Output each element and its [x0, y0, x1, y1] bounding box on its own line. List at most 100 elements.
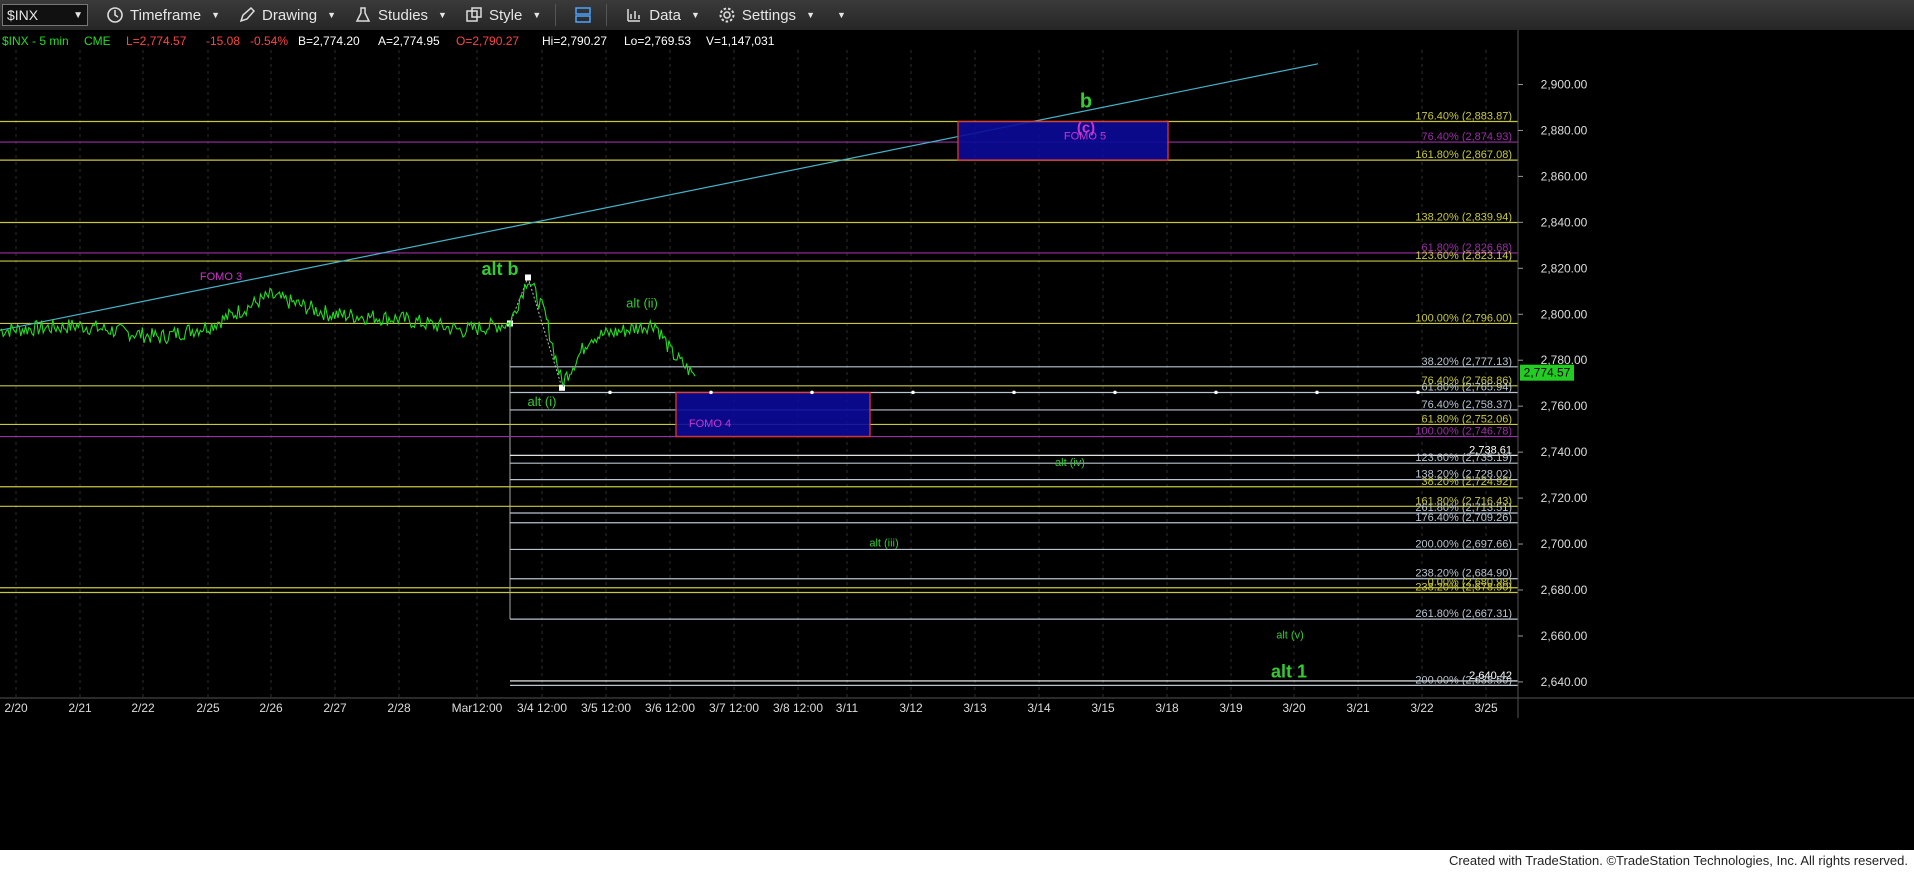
y-tick-label: 2,640.00: [1541, 675, 1588, 689]
layout-icon: [575, 7, 591, 23]
fomo-box: [675, 391, 871, 438]
price-chart[interactable]: $INX - 5 min CME L=2,774.57 -15.08 -0.54…: [0, 30, 1914, 850]
data-menu[interactable]: Data ▼: [625, 6, 700, 24]
y-tick-label: 2,820.00: [1541, 261, 1588, 275]
x-tick-label: 3/5 12:00: [581, 701, 631, 715]
projection-dot: [1416, 390, 1420, 395]
wave-annotation: alt (iv): [1055, 457, 1085, 469]
wave-annotation: alt (iii): [869, 537, 898, 549]
ask-price: A=2,774.95: [378, 34, 440, 48]
low-price: Lo=2,769.53: [624, 34, 691, 48]
fib-level-label: 123.60% (2,735.19): [1415, 452, 1512, 464]
x-tick-label: 3/15: [1091, 701, 1115, 715]
fib-level-label: 76.40% (2,758.37): [1421, 399, 1512, 411]
timeframe-label: Timeframe: [130, 6, 202, 24]
pencil-icon: [239, 6, 256, 23]
fib-level-label: 176.40% (2,709.26): [1415, 512, 1512, 524]
wave-annotation: alt b: [481, 259, 518, 279]
wave-annotation: FOMO 4: [689, 418, 731, 430]
fib-level-label: 76.40% (2,874.93): [1421, 131, 1512, 143]
pct-change: -0.54%: [250, 34, 288, 48]
x-tick-label: 3/21: [1346, 701, 1370, 715]
x-tick-label: 3/6 12:00: [645, 701, 695, 715]
more-menu[interactable]: ▼: [833, 10, 846, 20]
studies-label: Studies: [378, 6, 429, 24]
caret-down-icon: ▼: [532, 10, 542, 20]
fib-level-label: 123.60% (2,823.14): [1415, 250, 1512, 262]
gear-icon: [719, 7, 735, 23]
x-tick-label: 3/18: [1155, 701, 1179, 715]
caret-down-icon: ▼: [690, 10, 700, 20]
fib-level-label: 61.80% (2,765.94): [1421, 382, 1512, 394]
copyright-text: Created with TradeStation. ©TradeStation…: [1448, 853, 1908, 868]
wave-annotation: FOMO 3: [200, 271, 242, 283]
toolbar-divider: [606, 4, 608, 26]
bid-price: B=2,774.20: [298, 34, 360, 48]
fib-level-label: 138.20% (2,839.94): [1415, 211, 1512, 223]
open-price: O=2,790.27: [456, 34, 519, 48]
data-label: Data: [649, 6, 681, 24]
symbol-selector[interactable]: $INX ▼: [2, 4, 88, 26]
settings-label: Settings: [741, 6, 797, 24]
fib-level-label: 238.20% (2,678.90): [1415, 582, 1512, 594]
x-tick-label: 2/22: [131, 701, 155, 715]
dropdown-arrow-icon: ▼: [73, 9, 83, 21]
fib-level-label: 100.00% (2,796.00): [1415, 312, 1512, 324]
style-label: Style: [488, 6, 523, 24]
fib-level-label: 261.80% (2,667.31): [1415, 608, 1512, 620]
wave-pivot-marker: [525, 274, 531, 281]
projection-dot: [1315, 390, 1319, 395]
wave-annotation: alt (i): [528, 394, 557, 409]
high-price: Hi=2,790.27: [542, 34, 607, 48]
footer: Created with TradeStation. ©TradeStation…: [0, 850, 1914, 872]
projection-dot: [1113, 390, 1117, 395]
caret-down-icon: ▼: [836, 10, 846, 20]
layout-toggle[interactable]: [574, 6, 592, 24]
fib-level-label: 176.40% (2,883.87): [1415, 111, 1512, 123]
bar-chart-icon: [627, 9, 641, 22]
x-tick-label: 3/8 12:00: [773, 701, 823, 715]
symbol-timeframe: $INX - 5 min: [2, 34, 69, 48]
y-tick-label: 2,680.00: [1541, 583, 1588, 597]
x-tick-label: 2/20: [4, 701, 28, 715]
x-tick-label: 3/7 12:00: [709, 701, 759, 715]
fib-level-label: 38.20% (2,724.92): [1421, 476, 1512, 488]
y-tick-label: 2,700.00: [1541, 537, 1588, 551]
projection-dot: [1012, 390, 1016, 395]
x-tick-label: 3/14: [1027, 701, 1051, 715]
exchange-label: CME: [84, 34, 111, 48]
x-tick-label: 3/25: [1474, 701, 1498, 715]
x-tick-label: 3/20: [1282, 701, 1306, 715]
last-price-label: 2,774.57: [1524, 366, 1571, 380]
settings-menu[interactable]: Settings ▼: [718, 6, 815, 24]
wave-annotation: FOMO 5: [1064, 131, 1106, 143]
caret-down-icon: ▼: [806, 10, 815, 20]
x-tick-label: 3/13: [963, 701, 987, 715]
toolbar-divider: [555, 4, 557, 26]
wave-annotation: alt (v): [1276, 629, 1304, 641]
y-tick-label: 2,760.00: [1541, 399, 1588, 413]
fib-level-label: 161.80% (2,867.08): [1415, 149, 1512, 161]
projection-dot: [709, 390, 713, 395]
fib-level-label: 38.20% (2,777.13): [1421, 356, 1512, 368]
net-change: -15.08: [206, 34, 240, 48]
wave-annotation: alt 1: [1271, 661, 1307, 681]
y-tick-label: 2,800.00: [1541, 307, 1588, 321]
fib-level-label: 100.00% (2,746.78): [1415, 426, 1512, 438]
last-price: L=2,774.57: [126, 34, 187, 48]
timeframe-menu[interactable]: Timeframe ▼: [106, 6, 220, 24]
studies-menu[interactable]: Studies ▼: [354, 6, 447, 24]
x-tick-label: 2/28: [387, 701, 411, 715]
toolbar: $INX ▼ Timeframe ▼ Drawing ▼ Studies ▼ S…: [0, 0, 1914, 31]
y-tick-label: 2,880.00: [1541, 123, 1588, 137]
caret-down-icon: ▼: [438, 10, 447, 20]
drawing-menu[interactable]: Drawing ▼: [238, 6, 336, 24]
x-tick-label: 2/27: [323, 701, 347, 715]
y-tick-label: 2,740.00: [1541, 445, 1588, 459]
x-tick-label: 3/12: [899, 701, 923, 715]
style-menu[interactable]: Style ▼: [465, 6, 541, 24]
x-tick-label: Mar12:00: [452, 701, 503, 715]
y-tick-label: 2,720.00: [1541, 491, 1588, 505]
drawing-label: Drawing: [262, 6, 318, 24]
y-tick-label: 2,840.00: [1541, 215, 1588, 229]
